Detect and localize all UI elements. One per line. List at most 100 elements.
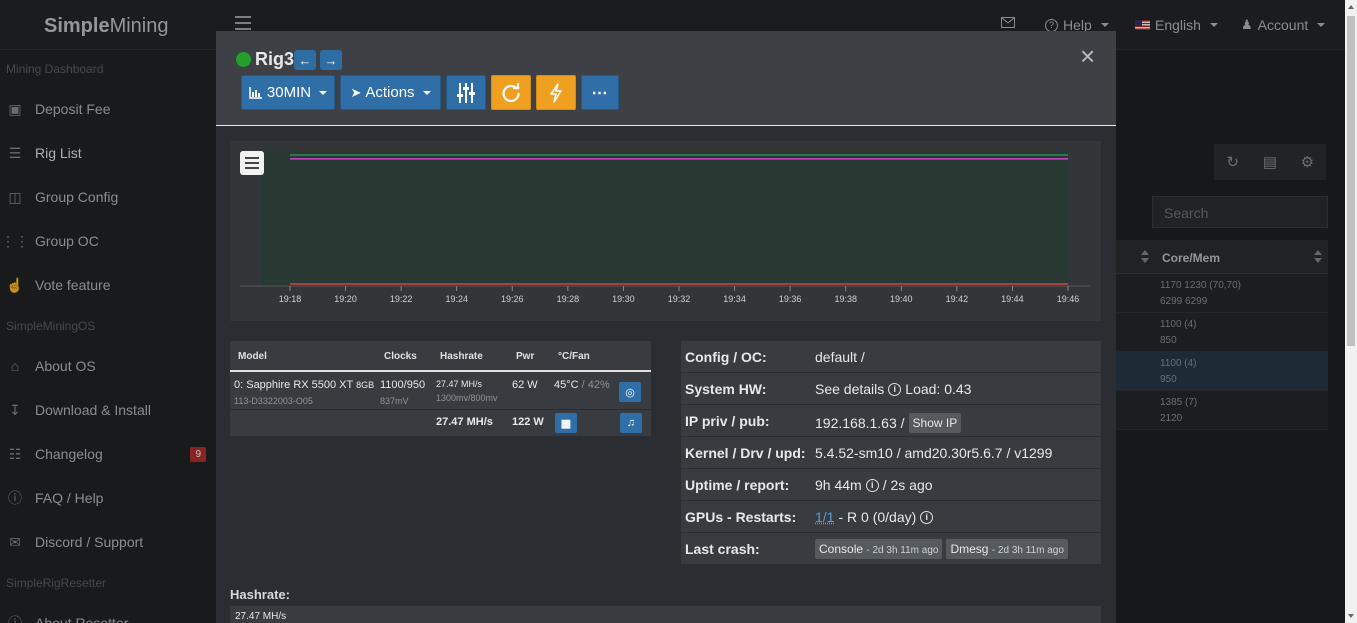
chart-x-tick-label: 19:38 — [834, 294, 857, 304]
rocket-icon: ➤ — [350, 84, 362, 100]
chart-x-tick-label: 19:28 — [557, 294, 580, 304]
gpu-power: 62 W — [512, 379, 538, 391]
close-icon[interactable]: × — [1080, 43, 1095, 69]
ellipsis-icon: ⋯ — [591, 84, 609, 102]
gpu-row[interactable]: 0: Sapphire RX 5500 XT 8GB 113-D3322003-… — [230, 374, 651, 410]
actions-dropdown[interactable]: ➤ Actions — [340, 75, 441, 110]
gpu-clocks: 1100/950 — [380, 379, 426, 391]
gpu-totals-row: 27.47 MH/s 122 W ▩ ♫ — [230, 411, 651, 436]
col-pwr: Pwr — [516, 351, 535, 362]
refresh-icon — [502, 82, 520, 102]
hashrate-section-title: Hashrate: — [230, 587, 290, 602]
bar-chart-icon — [249, 86, 262, 99]
gpu-temp-fan: 45°C / 42% — [554, 379, 610, 391]
music-icon: ♫ — [626, 417, 636, 429]
chart-x-tick-label: 19:22 — [390, 294, 413, 304]
chart-x-tick-label: 19:24 — [445, 294, 468, 304]
crash-label: Last crash: — [685, 541, 760, 557]
uptime: 9h 44m — [815, 477, 862, 493]
power-cycle-button[interactable] — [536, 75, 576, 110]
page-scrollbar[interactable] — [1345, 0, 1357, 623]
chart-x-tick-label: 19:36 — [779, 294, 802, 304]
info-row-gpus: GPUs - Restarts: 1/1 - R 0 (0/day) i — [681, 501, 1101, 533]
ip-private: 192.168.1.63 / — [815, 415, 905, 431]
gpu-voltage: 837mV — [380, 396, 409, 406]
config-value: default / — [815, 349, 865, 365]
chart-x-tick-label: 19:18 — [279, 294, 302, 304]
lightning-icon — [550, 82, 562, 103]
total-hashrate: 27.47 MH/s — [436, 416, 493, 428]
gpu-bios: 113-D3322003-O05 — [234, 396, 313, 406]
info-row-config: Config / OC: default / — [681, 341, 1101, 373]
gpu-chart-button[interactable]: ▩ — [555, 413, 577, 433]
reload-button[interactable] — [491, 75, 531, 110]
show-ip-button[interactable]: Show IP — [908, 413, 962, 433]
hashrate-chart: 19:18 19:20 19:22 19:24 19:26 19:28 19:30 19:32… — [230, 141, 1101, 321]
total-power: 122 W — [512, 416, 544, 428]
chart-x-tick-label: 19:20 — [334, 294, 357, 304]
ip-value: 192.168.1.63 / Show IP — [815, 413, 962, 433]
chart-canvas: 19:18 19:20 19:22 19:24 19:26 19:28 19:30 19:32… — [240, 151, 1090, 304]
hashrate-value-box: 27.47 MH/s — [230, 606, 1101, 623]
uptime-label: Uptime / report: — [685, 477, 790, 493]
chart-x-tick-label: 19:32 — [668, 294, 691, 304]
info-row-crash: Last crash: Console - 2d 3h 11m ago Dmes… — [681, 533, 1101, 565]
ip-label: IP priv / pub: — [685, 413, 770, 429]
gpu-hashrate: 27.47 MH/s — [436, 379, 483, 389]
kernel-value: 5.4.52-sm10 / amd20.30r5.6.7 / v1299 — [815, 445, 1053, 461]
arrow-left-icon: ← — [298, 52, 312, 68]
kernel-label: Kernel / Drv / upd: — [685, 445, 806, 461]
chart-plot-area — [262, 151, 1068, 286]
gpu-hash-sub: 1300mv/800mv — [436, 393, 498, 403]
gpu-table-header: Model Clocks Hashrate Pwr °C/Fan — [230, 341, 651, 372]
rig-name: Rig3 — [255, 49, 295, 69]
rig-info-table: Config / OC: default / System HW: See de… — [681, 341, 1101, 565]
last-report: / 2s ago — [882, 477, 933, 493]
hw-load: Load: 0.43 — [905, 381, 972, 397]
crash-value: Console - 2d 3h 11m ago Dmesg - 2d 3h 11… — [815, 539, 1068, 559]
chart-x-tick-label: 19:30 — [612, 294, 635, 304]
gpu-locate-button[interactable]: ◎ — [619, 382, 641, 402]
col-hashrate: Hashrate — [440, 351, 483, 362]
col-temp-fan: °C/Fan — [558, 351, 590, 362]
more-options-button[interactable]: ⋯ — [581, 75, 619, 110]
arrow-right-icon: → — [324, 52, 338, 68]
chart-x-tick-label: 19:34 — [723, 294, 746, 304]
gpu-table: Model Clocks Hashrate Pwr °C/Fan 0: Sapp… — [230, 341, 651, 436]
actions-label: Actions — [365, 84, 415, 101]
info-row-ip: IP priv / pub: 192.168.1.63 / Show IP — [681, 405, 1101, 437]
hw-details-link[interactable]: See details — [815, 381, 884, 397]
uptime-value: 9h 44m i / 2s ago — [815, 477, 933, 493]
chart-x-tick-label: 19:44 — [1001, 294, 1024, 304]
gpu-tune-button[interactable]: ♫ — [620, 413, 642, 433]
info-row-kernel: Kernel / Drv / upd: 5.4.52-sm10 / amd20.… — [681, 437, 1101, 469]
info-icon[interactable]: i — [888, 382, 902, 396]
info-row-hw: System HW: See details i Load: 0.43 — [681, 373, 1101, 405]
oc-settings-button[interactable] — [446, 75, 486, 110]
console-crash-button[interactable]: Console - 2d 3h 11m ago — [815, 539, 943, 559]
sliders-icon — [457, 82, 475, 103]
restarts: - R 0 (0/day) — [838, 509, 917, 525]
info-row-uptime: Uptime / report: 9h 44m i / 2s ago — [681, 469, 1101, 501]
chart-x-tick-label: 19:26 — [501, 294, 524, 304]
config-label: Config / OC: — [685, 349, 767, 365]
bar-chart-icon: ▩ — [560, 417, 572, 430]
next-rig-button[interactable]: → — [320, 50, 342, 70]
rig-details-modal: Rig3 ← → × 30MIN ➤ Actions ⋯ 19:18 19:20 1… — [216, 31, 1116, 623]
rig-status-indicator — [236, 52, 251, 67]
chart-menu-icon[interactable] — [240, 151, 264, 175]
prev-rig-button[interactable]: ← — [294, 50, 316, 70]
info-icon[interactable]: i — [865, 478, 879, 492]
chart-x-tick-label: 19:46 — [1057, 294, 1080, 304]
gpus-count-link[interactable]: 1/1 — [815, 509, 834, 525]
hw-value: See details i Load: 0.43 — [815, 381, 971, 397]
map-marker-icon: ◎ — [625, 386, 635, 399]
chart-x-tick-label: 19:42 — [946, 294, 969, 304]
col-model: Model — [238, 351, 267, 362]
dmesg-crash-button[interactable]: Dmesg - 2d 3h 11m ago — [946, 539, 1068, 559]
timeframe-dropdown[interactable]: 30MIN — [241, 75, 335, 110]
col-clocks: Clocks — [384, 351, 417, 362]
gpu-model: 0: Sapphire RX 5500 XT 8GB — [234, 379, 375, 391]
info-icon[interactable]: i — [920, 510, 934, 524]
gpus-value: 1/1 - R 0 (0/day) i — [815, 509, 934, 525]
